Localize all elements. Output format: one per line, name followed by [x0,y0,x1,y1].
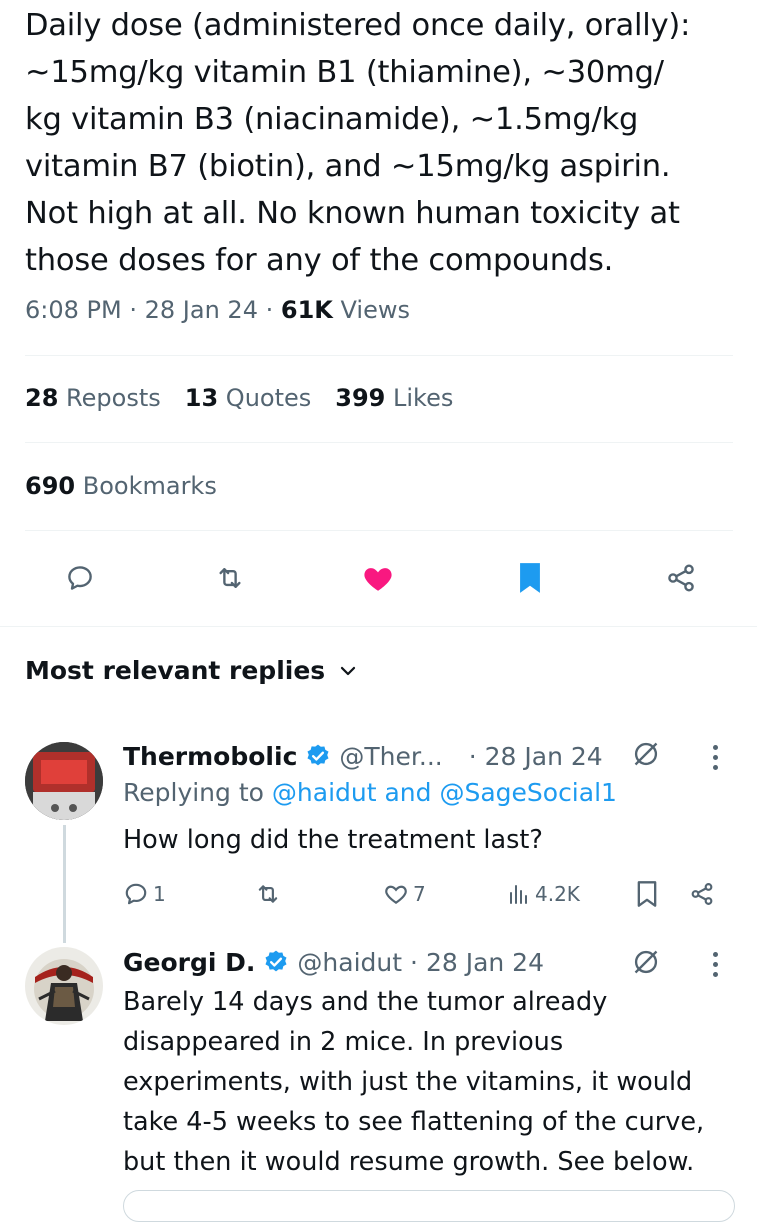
divider [25,355,733,356]
reply-author-handle[interactable]: @haidut [297,948,402,977]
replies-sort-toggle[interactable]: Most relevant replies [25,656,357,685]
bookmark-button[interactable] [635,872,659,916]
reply-text: Barely 14 days and the tumor already dis… [123,987,705,1177]
grok-icon[interactable] [632,740,660,768]
more-options-icon[interactable] [713,745,718,770]
bookmarks-stat[interactable]: 690 Bookmarks [25,472,217,500]
tweet-text: Daily dose (administered once daily, ora… [25,8,691,278]
views-count: 4.2K [535,882,580,906]
share-button[interactable] [656,550,706,606]
verified-badge-icon [265,950,287,972]
views-button[interactable]: 4.2K [507,872,580,916]
reply-count: 1 [153,882,166,906]
more-options-icon[interactable] [713,952,718,977]
chevron-down-icon [341,666,356,675]
analytics-icon [510,885,527,904]
section-divider [0,626,757,627]
reply-author-handle[interactable]: @Ther... [339,742,442,771]
replying-to-link[interactable]: @haidut and @SageSocial1 [272,778,617,807]
like-count: 7 [413,882,426,906]
views-count: 61K [280,296,333,324]
likes-stat[interactable]: 399 Likes [335,384,453,412]
replies-title: Most relevant replies [25,656,326,685]
divider [25,530,733,531]
divider [25,442,733,443]
reply-icon [125,883,147,905]
reply-header: Thermobolic @Ther... · 28 Jan 24 [123,736,603,776]
like-button[interactable]: 7 [383,872,426,916]
verified-badge-icon [307,744,329,766]
engagement-stats: 28 Reposts 13 Quotes 399 Likes [25,384,453,412]
avatar[interactable] [25,947,103,1025]
bookmark-button[interactable] [505,550,555,606]
reply-author-name[interactable]: Thermobolic [123,742,297,771]
quotes-stat[interactable]: 13 Quotes [185,384,312,412]
like-button[interactable] [353,550,403,606]
share-button[interactable] [689,872,715,916]
reply-author-name[interactable]: Georgi D. [123,948,255,977]
avatar[interactable] [25,742,103,820]
reply-button[interactable] [55,550,105,606]
reply-text: How long did the treatment last? [123,825,543,855]
share-icon [691,883,713,905]
reposts-stat[interactable]: 28 Reposts [25,384,161,412]
replying-to: Replying to @haidut and @SageSocial1 [123,778,617,807]
bookmark-icon [520,563,540,593]
views-label: Views [340,296,410,324]
repost-icon [258,885,278,903]
reply-button[interactable]: 1 [123,872,166,916]
action-bar [0,550,757,610]
reply-icon [68,566,92,590]
media-card[interactable] [123,1190,735,1222]
reply-header: Georgi D. @haidut · 28 Jan 24 [123,942,544,982]
like-icon [364,568,392,591]
reply-date[interactable]: · 28 Jan 24 [410,948,544,977]
reply-date[interactable]: · 28 Jan 24 [469,742,603,771]
tweet-time[interactable]: 6:08 PM [25,296,122,324]
repost-icon [219,568,241,588]
grok-icon[interactable] [632,948,660,976]
reply-action-bar: 1 7 4.2K [123,872,723,916]
thread-line [63,825,66,943]
repost-button[interactable] [255,872,281,916]
tweet-date[interactable]: 28 Jan 24 [145,296,258,324]
bookmark-outline-icon [637,881,657,907]
repost-button[interactable] [205,550,255,606]
tweet-meta: 6:08 PM · 28 Jan 24 · 61K Views [25,296,410,324]
heart-outline-icon [385,885,407,904]
share-icon [668,564,694,592]
